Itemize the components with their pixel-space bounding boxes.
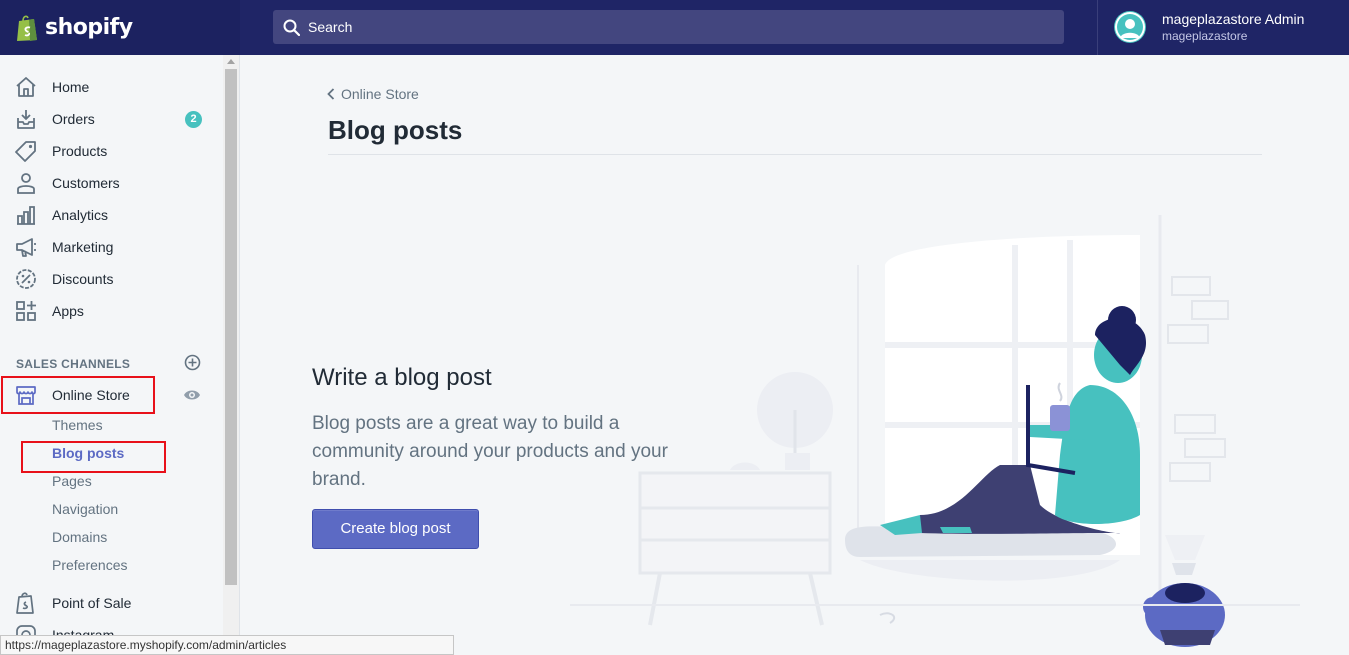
sidebar: Home Orders 2 Products Customers Analyti… [0,55,240,655]
blog-illustration [570,215,1300,647]
sidebar-item-orders[interactable]: Orders 2 [0,103,222,135]
highlight-blog-posts [21,441,166,473]
title-divider [328,154,1262,155]
sidebar-item-products[interactable]: Products [0,135,222,167]
orders-icon [17,110,35,129]
megaphone-icon [16,238,36,257]
top-bar: shopify Search mageplazastore Admin mage… [0,0,1349,55]
sidebar-item-apps[interactable]: Apps [0,295,222,327]
sidebar-item-discounts[interactable]: Discounts [0,263,222,295]
sidebar-item-point-of-sale[interactable]: Point of Sale [0,587,222,619]
sidebar-item-marketing[interactable]: Marketing [0,231,222,263]
create-blog-post-button[interactable]: Create blog post [312,509,479,549]
brand-name: shopify [45,15,133,40]
avatar[interactable] [1114,11,1146,43]
sidebar-item-customers[interactable]: Customers [0,167,222,199]
sales-channels-heading: SALES CHANNELS [16,357,131,371]
browser-status-url: https://mageplazastore.myshopify.com/adm… [0,635,454,655]
sidebar-item-analytics[interactable]: Analytics [0,199,222,231]
breadcrumb-label: Online Store [341,86,419,102]
user-divider [1097,0,1098,55]
search-icon [283,19,300,36]
sidebar-item-home[interactable]: Home [0,71,222,103]
apps-icon [16,301,36,321]
sidebar-scrollbar[interactable] [223,55,239,655]
highlight-online-store [1,376,155,414]
orders-count-badge: 2 [185,111,202,128]
user-store[interactable]: mageplazastore [1162,29,1247,43]
sidebar-subitem-pages[interactable]: Pages [52,473,92,489]
eye-icon[interactable] [183,388,201,402]
shopify-logo[interactable]: shopify [0,0,240,55]
sidebar-item-label: Apps [52,303,84,319]
discount-icon [16,269,36,289]
shopify-pos-icon [16,592,34,614]
search-placeholder: Search [308,19,353,35]
sidebar-subitem-themes[interactable]: Themes [52,417,103,433]
person-icon [17,173,35,194]
scroll-up-arrow-icon[interactable] [227,59,235,64]
sidebar-item-label: Analytics [52,207,109,223]
sidebar-item-label: Home [52,79,90,95]
chevron-left-icon [327,88,335,100]
scroll-thumb[interactable] [225,69,237,585]
home-icon [16,77,36,97]
shopify-bag-icon [17,15,37,41]
sidebar-item-label: Products [52,143,108,159]
sidebar-subitem-preferences[interactable]: Preferences [52,557,127,573]
sidebar-item-label: Discounts [52,271,114,287]
empty-state-title: Write a blog post [312,364,492,391]
sidebar-item-label: Customers [52,175,120,191]
tag-icon [15,141,36,162]
search-input[interactable]: Search [273,10,1064,44]
sidebar-item-label: Orders [52,111,95,127]
sidebar-item-label: Point of Sale [52,595,132,611]
sidebar-item-label: Marketing [52,239,114,255]
add-channel-icon[interactable] [184,354,201,371]
sidebar-subitem-domains[interactable]: Domains [52,529,107,545]
user-name[interactable]: mageplazastore Admin [1162,11,1304,27]
sidebar-subitem-navigation[interactable]: Navigation [52,501,118,517]
topbar-main: Search mageplazastore Admin mageplazasto… [240,0,1349,55]
page-title: Blog posts [328,115,463,145]
breadcrumb[interactable]: Online Store [327,86,419,102]
bar-chart-icon [17,206,35,225]
user-avatar-icon [1115,12,1145,42]
